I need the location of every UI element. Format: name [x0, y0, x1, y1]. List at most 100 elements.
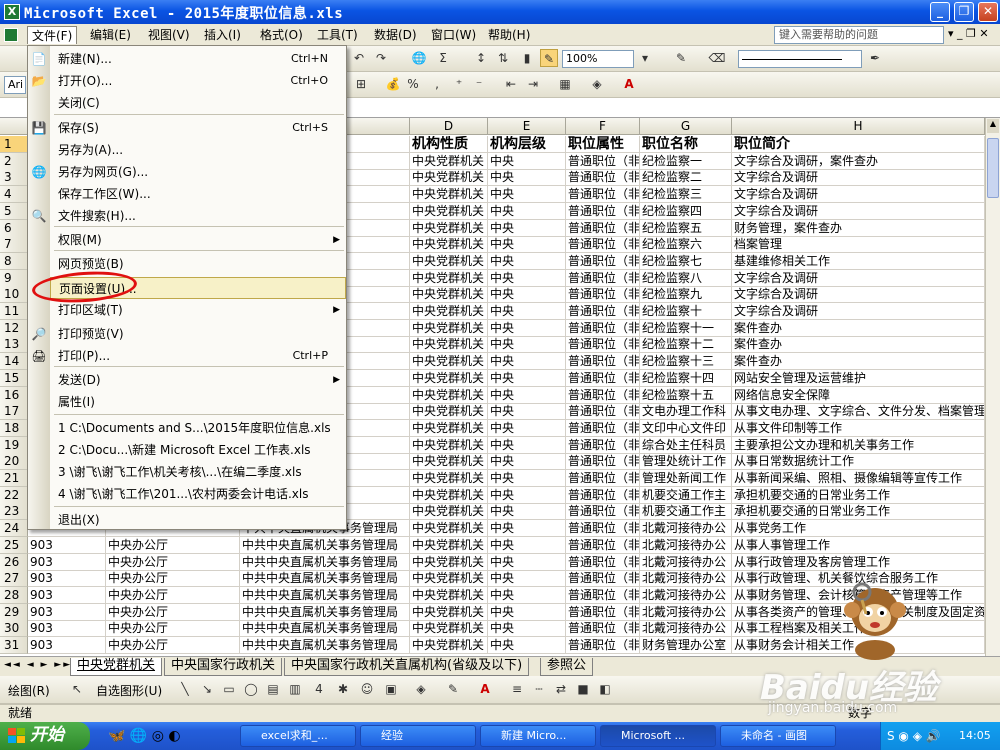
increase-indent-icon[interactable]: ⇥ — [524, 75, 542, 93]
sort-asc-icon[interactable]: ↕ — [472, 49, 490, 67]
row-header[interactable]: 16 — [0, 386, 28, 404]
file-menu-item[interactable]: 2 C:\Docu...\新建 Microsoft Excel 工作表.xls — [50, 439, 346, 461]
grid-cell[interactable]: 中央办公厅 — [106, 603, 240, 621]
grid-cell[interactable]: 普通职位（非 — [566, 520, 640, 538]
grid-cell[interactable]: 普通职位（非 — [566, 503, 640, 521]
grid-cell[interactable]: 中央办公厅 — [106, 570, 240, 588]
select-objects-icon[interactable]: ↖ — [68, 680, 86, 698]
grid-cell[interactable]: 903 — [28, 603, 106, 621]
row-header[interactable]: 28 — [0, 586, 28, 604]
grid-cell[interactable]: 普通职位（非 — [566, 570, 640, 588]
grid-cell[interactable]: 普通职位（非 — [566, 336, 640, 354]
grid-cell[interactable]: 903 — [28, 620, 106, 638]
grid-cell[interactable]: 中央党群机关 — [410, 169, 488, 187]
wordart-icon[interactable]: 4 — [310, 680, 328, 698]
grid-cell[interactable]: 文字综合及调研，案件查办 — [732, 152, 985, 170]
row-header[interactable]: 18 — [0, 419, 28, 437]
draw-menu-button[interactable]: 绘图(R) — [8, 682, 50, 699]
autoshapes-button[interactable]: 自选图形(U) — [96, 682, 162, 699]
shadow-icon[interactable]: ■ — [574, 680, 592, 698]
row-header[interactable]: 13 — [0, 336, 28, 354]
row-header[interactable]: 11 — [0, 303, 28, 320]
grid-cell[interactable]: 中央 — [488, 436, 566, 454]
row-header[interactable]: 17 — [0, 403, 28, 421]
comma-style-icon[interactable]: , — [428, 75, 446, 93]
menu-help[interactable]: 帮助(H) — [484, 26, 534, 44]
header-cell[interactable]: 职位简介 — [732, 136, 985, 153]
tray-icons[interactable]: S ◉ ◈ 🔊 — [887, 729, 941, 743]
task-button-excel-sum[interactable]: excel求和_... — [240, 725, 356, 747]
grid-cell[interactable]: 主要承担公文办理和机关事务工作 — [732, 436, 985, 454]
grid-cell[interactable]: 纪检监察二 — [640, 169, 732, 187]
line-tool-icon[interactable]: ╲ — [176, 680, 194, 698]
close-button[interactable]: ✕ — [978, 2, 998, 22]
row-header[interactable]: 24 — [0, 520, 28, 538]
grid-cell[interactable]: 中央 — [488, 286, 566, 304]
grid-cell[interactable]: 普通职位（非 — [566, 637, 640, 654]
grid-cell[interactable]: 中共中央直属机关事务管理局 — [240, 536, 410, 554]
grid-cell[interactable]: 普通职位（非 — [566, 470, 640, 487]
grid-cell[interactable]: 中央 — [488, 219, 566, 237]
grid-cell[interactable]: 纪检监察六 — [640, 236, 732, 254]
grid-cell[interactable]: 纪检监察一 — [640, 152, 732, 170]
grid-cell[interactable]: 中央党群机关 — [410, 286, 488, 304]
arrow-tool-icon[interactable]: ↘ — [198, 680, 216, 698]
menu-format[interactable]: 格式(O) — [256, 26, 307, 44]
grid-cell[interactable]: 中央 — [488, 386, 566, 404]
grid-cell[interactable]: 北戴河接待办公 — [640, 536, 732, 554]
row-header[interactable]: 19 — [0, 436, 28, 454]
grid-cell[interactable]: 普通职位（非 — [566, 603, 640, 621]
header-cell[interactable]: 职位名称 — [640, 136, 732, 153]
task-button-microsoft-excel[interactable]: Microsoft ... — [600, 725, 716, 747]
grid-cell[interactable]: 从事文电办理、文字综合、文件分发、档案管理 — [732, 403, 985, 421]
row-header[interactable]: 8 — [0, 252, 28, 270]
grid-cell[interactable]: 从事文件印制等工作 — [732, 419, 985, 437]
drawing-toggle-icon[interactable]: ✎ — [540, 49, 558, 67]
grid-cell[interactable]: 纪检监察十 — [640, 303, 732, 320]
row-header[interactable]: 22 — [0, 486, 28, 504]
grid-cell[interactable]: 中央 — [488, 303, 566, 320]
grid-cell[interactable]: 普通职位（非 — [566, 486, 640, 504]
menu-file[interactable]: 文件(F) — [27, 26, 78, 44]
grid-cell[interactable]: 中央党群机关 — [410, 303, 488, 320]
grid-cell[interactable]: 中央党群机关 — [410, 536, 488, 554]
line-color-icon[interactable]: ✒ — [866, 49, 884, 67]
grid-cell[interactable]: 中央党群机关 — [410, 603, 488, 621]
grid-cell[interactable]: 文字综合及调研 — [732, 202, 985, 220]
sort-desc-icon[interactable]: ⇅ — [494, 49, 512, 67]
grid-cell[interactable]: 普通职位（非 — [566, 419, 640, 437]
scroll-up-icon[interactable]: ▲ — [987, 119, 999, 133]
task-button-paint[interactable]: 未命名 - 画图 — [720, 725, 836, 747]
row-header[interactable]: 31 — [0, 637, 28, 654]
zoom-combo[interactable]: 100% — [562, 50, 634, 68]
grid-cell[interactable]: 中央 — [488, 637, 566, 654]
grid-cell[interactable]: 中央党群机关 — [410, 620, 488, 638]
grid-cell[interactable]: 普通职位（非 — [566, 219, 640, 237]
decrease-indent-icon[interactable]: ⇤ — [502, 75, 520, 93]
grid-cell[interactable]: 综合处主任科员 — [640, 436, 732, 454]
grid-cell[interactable]: 北戴河接待办公 — [640, 586, 732, 604]
sheet-tab-1[interactable]: 中央党群机关 — [70, 658, 163, 676]
grid-cell[interactable]: 中共中央直属机关事务管理局 — [240, 637, 410, 654]
grid-cell[interactable]: 中央党群机关 — [410, 570, 488, 588]
row-header[interactable]: 10 — [0, 286, 28, 304]
grid-cell[interactable]: 中央党群机关 — [410, 152, 488, 170]
select-all-corner[interactable] — [0, 118, 28, 135]
increase-decimal-icon[interactable]: ⁺ — [450, 75, 468, 93]
file-menu-item[interactable]: 保存(S) Ctrl+S — [50, 117, 346, 139]
file-menu-item[interactable]: 打印预览(V) — [50, 323, 346, 345]
grid-cell[interactable]: 中央 — [488, 486, 566, 504]
menu-tools[interactable]: 工具(T) — [313, 26, 362, 44]
grid-cell[interactable]: 纪检监察三 — [640, 186, 732, 204]
file-menu-item[interactable]: 4 \谢飞\谢飞工作\201...\农村两委会计电话.xls — [50, 483, 346, 505]
file-menu-item[interactable]: 关闭(C) — [50, 92, 346, 114]
task-button-jingyan[interactable]: 经验 — [360, 725, 476, 747]
header-cell[interactable]: 机构性质 — [410, 136, 488, 153]
picture-icon[interactable]: ▣ — [382, 680, 400, 698]
chart-wizard-icon[interactable]: ▮ — [518, 49, 536, 67]
3d-icon[interactable]: ◧ — [596, 680, 614, 698]
workbook-icon[interactable] — [4, 28, 18, 42]
grid-cell[interactable]: 中央办公厅 — [106, 536, 240, 554]
grid-cell[interactable]: 文字综合及调研 — [732, 186, 985, 204]
grid-cell[interactable]: 普通职位（非 — [566, 152, 640, 170]
